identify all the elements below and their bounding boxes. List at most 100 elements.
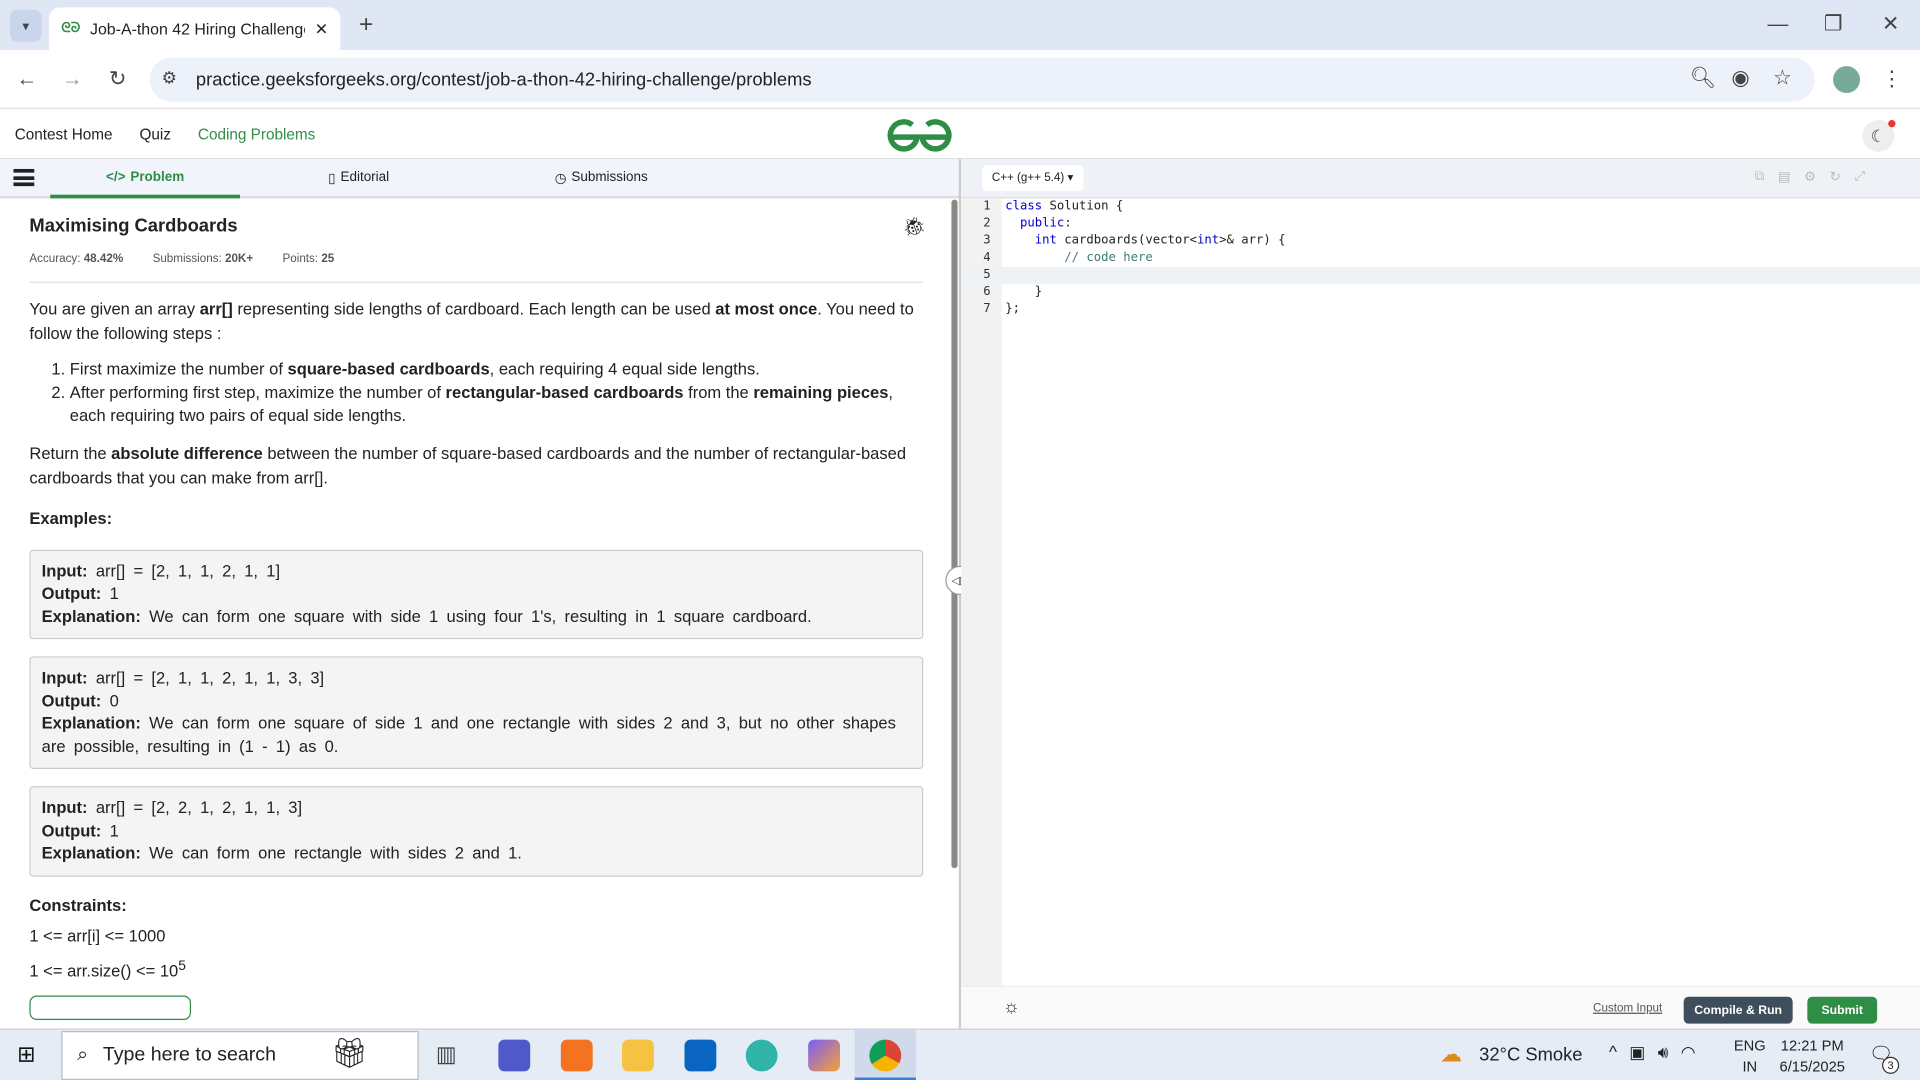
nav-coding-problems[interactable]: Coding Problems xyxy=(198,126,315,143)
restore-icon[interactable]: ❐ xyxy=(1818,10,1847,39)
settings-icon[interactable]: ⚙ xyxy=(1804,169,1816,185)
fullscreen-icon[interactable]: ⤢ xyxy=(1854,169,1865,185)
submissions-label: Submissions: xyxy=(152,252,222,266)
document-icon: ▯ xyxy=(328,171,336,187)
gfg-logo[interactable] xyxy=(885,116,954,153)
theme-sun-icon[interactable]: ☼ xyxy=(1003,997,1020,1018)
code-line[interactable]: 6 } xyxy=(961,284,1920,301)
code-line[interactable]: 3 int cardboards(vector<int>& arr) { xyxy=(961,233,1920,250)
problem-stats: Accuracy: 48.42% Submissions: 20K+ Point… xyxy=(29,252,924,283)
browser-tab-strip: ▾ ᘓᘐ Job-A-thon 42 Hiring Challenge ✕ + … xyxy=(0,0,1920,51)
zoom-icon[interactable]: 🔍︎ xyxy=(1690,66,1716,90)
code-icon: </> xyxy=(105,169,126,185)
nav-quiz[interactable]: Quiz xyxy=(139,126,170,143)
editor-panel: C++ (g++ 5.4) ▾ ⧉ ▤ ⚙ ↻ ⤢ 1 class Solution {2… xyxy=(961,159,1920,1029)
notification-count: 3 xyxy=(1882,1056,1900,1074)
compile-run-button[interactable]: Compile & Run xyxy=(1683,996,1793,1024)
steps-list: First maximize the number of square-base… xyxy=(70,358,930,428)
step-1: First maximize the number of square-base… xyxy=(70,358,930,381)
language-select[interactable]: C++ (g++ 5.4) ▾ xyxy=(982,165,1084,192)
tab-editorial[interactable]: ▯ Editorial xyxy=(328,170,389,186)
outlook-icon[interactable] xyxy=(684,1039,717,1072)
wifi-icon[interactable]: ◠ xyxy=(1681,1042,1696,1063)
show-hidden-icons[interactable]: ^ xyxy=(1609,1042,1617,1063)
problem-title: Maximising Cardboards xyxy=(29,215,238,237)
forward-icon[interactable]: → xyxy=(58,65,87,94)
back-icon[interactable]: ← xyxy=(12,65,41,94)
code-editor[interactable]: 1 class Solution {2 public: 3 int cardboar… xyxy=(961,198,1920,318)
code-line[interactable]: 7}; xyxy=(961,301,1920,318)
partial-button[interactable] xyxy=(29,994,192,1020)
code-line[interactable]: 2 public: xyxy=(961,216,1920,233)
clock-icon: ◷ xyxy=(554,171,567,187)
close-window-icon[interactable]: ✕ xyxy=(1876,10,1905,39)
file-icon[interactable]: ▤ xyxy=(1778,169,1791,185)
input-language[interactable]: ENG IN xyxy=(1734,1036,1766,1078)
line-number: 2 xyxy=(983,216,991,231)
windows-start-icon[interactable]: ⊞ xyxy=(17,1042,35,1068)
custom-input-link[interactable]: Custom Input xyxy=(1593,1002,1662,1015)
example-box: Input: arr[] = [2, 1, 1, 2, 1, 1] Output… xyxy=(29,549,924,640)
report-bug-icon[interactable]: 🐞︎ xyxy=(902,216,925,238)
menu-dots-icon[interactable]: ⋮ xyxy=(1880,65,1904,94)
editor-toolbar: C++ (g++ 5.4) ▾ ⧉ ▤ ⚙ ↻ ⤢ xyxy=(961,159,1920,199)
meet-icon[interactable]: ▣ xyxy=(1629,1042,1645,1063)
address-bar-row: ← → ↻ ⚙ practice.geeksforgeeks.org/conte… xyxy=(0,50,1920,109)
accuracy-label: Accuracy: xyxy=(29,252,81,266)
line-number: 1 xyxy=(983,199,991,214)
search-placeholder: Type here to search xyxy=(102,1044,276,1066)
chrome-icon xyxy=(869,1039,902,1072)
nav-contest-home[interactable]: Contest Home xyxy=(15,126,113,143)
clock[interactable]: 12:21 PM 6/15/2025 xyxy=(1776,1036,1849,1078)
bookmark-star-icon[interactable]: ☆ xyxy=(1773,66,1792,90)
browser-tab[interactable]: ᘓᘐ Job-A-thon 42 Hiring Challenge ✕ xyxy=(48,7,341,51)
code-line[interactable]: 1 class Solution { xyxy=(961,198,1920,215)
reset-icon[interactable]: ↻ xyxy=(1830,169,1841,185)
chrome-taskbar-button[interactable] xyxy=(854,1029,916,1080)
weather-text[interactable]: 32°C Smoke xyxy=(1479,1044,1582,1065)
problem-panel: Maximising Cardboards 🐞︎ Accuracy: 48.42… xyxy=(0,198,959,1028)
line-number: 5 xyxy=(983,268,991,282)
problem-tabs: </> Problem ▯ Editorial ◷ Submissions xyxy=(0,159,959,199)
teams-icon[interactable] xyxy=(498,1039,531,1072)
submit-button[interactable]: Submit xyxy=(1807,996,1878,1024)
volume-icon[interactable]: 🔊︎ xyxy=(1658,1042,1669,1063)
tab-editorial-label: Editorial xyxy=(340,170,390,185)
profile-avatar[interactable] xyxy=(1833,66,1861,94)
hamburger-menu-icon[interactable] xyxy=(13,168,35,187)
contest-nav: Contest Home Quiz Coding Problems ☾ xyxy=(0,110,1920,160)
copy-icon[interactable]: ⧉ xyxy=(1755,169,1765,185)
url-text: practice.geeksforgeeks.org/contest/job-a… xyxy=(195,69,812,91)
tab-problem[interactable]: </> Problem xyxy=(50,159,241,199)
constraints-heading: Constraints: xyxy=(29,895,127,915)
minimize-icon[interactable]: — xyxy=(1763,10,1792,39)
problem-scrollbar[interactable] xyxy=(951,199,958,869)
step-2: After performing first step, maximize th… xyxy=(70,381,930,428)
xampp-icon[interactable] xyxy=(560,1039,593,1072)
copilot-icon[interactable] xyxy=(808,1039,841,1072)
notification-dot xyxy=(1888,120,1896,128)
code-line[interactable]: 4 // code here xyxy=(961,250,1920,267)
reload-icon[interactable]: ↻ xyxy=(103,65,132,94)
url-input[interactable]: ⚙ practice.geeksforgeeks.org/contest/job… xyxy=(149,57,1815,102)
close-tab-icon[interactable]: ✕ xyxy=(315,19,328,39)
line-number: 7 xyxy=(983,302,991,316)
search-icon: ⌕ xyxy=(77,1044,89,1066)
tab-submissions-label: Submissions xyxy=(571,170,648,185)
new-tab-icon[interactable]: + xyxy=(353,10,380,39)
site-info-icon[interactable]: ⚙ xyxy=(162,67,177,88)
tab-problem-label: Problem xyxy=(130,169,185,185)
task-view-icon[interactable]: ▥ xyxy=(436,1042,457,1068)
examples-heading: Examples: xyxy=(29,509,113,528)
edge-icon[interactable] xyxy=(745,1039,778,1072)
submissions-value: 20K+ xyxy=(224,252,254,266)
tab-submissions[interactable]: ◷ Submissions xyxy=(555,170,648,186)
tab-search-icon[interactable]: ▾ xyxy=(9,9,42,42)
constraint-2: 1 <= arr.size() <= 105 xyxy=(29,958,186,980)
return-statement: Return the absolute difference between t… xyxy=(29,444,907,487)
code-line[interactable]: 5 xyxy=(961,266,1920,285)
weather-icon: ☁ xyxy=(1440,1042,1463,1067)
tracking-eye-icon[interactable]: ◉ xyxy=(1731,66,1749,90)
line-number: 3 xyxy=(983,233,991,248)
file-explorer-icon[interactable] xyxy=(622,1039,654,1072)
